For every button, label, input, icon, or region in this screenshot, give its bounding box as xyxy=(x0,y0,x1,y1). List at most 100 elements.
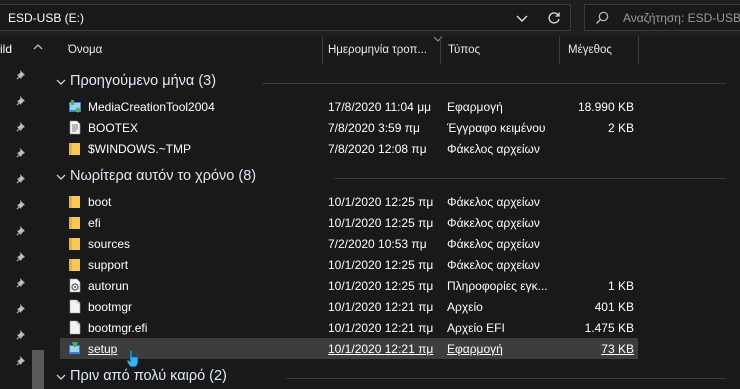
address-bar[interactable]: ESD-USB (E:) xyxy=(0,4,571,31)
file-row[interactable]: boot 10/1/2020 12:25 πμ Φάκελος αρχείων xyxy=(60,191,638,212)
group-divider xyxy=(286,378,726,379)
folder-icon xyxy=(68,215,82,230)
file-type: Πληροφορίες εγκ... xyxy=(447,279,548,293)
group-header[interactable]: Προηγούμενο μήνα (3) xyxy=(48,73,740,93)
file-type: Φάκελος αρχείων xyxy=(447,237,540,251)
file-icon xyxy=(68,299,82,314)
file-type: Φάκελος αρχείων xyxy=(447,195,540,209)
file-row[interactable]: MediaCreationTool2004 17/8/2020 11:04 μμ Ε… xyxy=(60,96,638,117)
file-name: bootmgr.efi xyxy=(88,321,148,335)
file-date-modified: 10/1/2020 12:25 πμ xyxy=(328,216,434,230)
pin-icon[interactable] xyxy=(16,147,27,158)
nav-scrollbar-thumb[interactable] xyxy=(32,350,44,389)
group-divider xyxy=(262,83,726,84)
pin-icon[interactable] xyxy=(16,95,27,106)
pin-icon[interactable] xyxy=(16,69,27,80)
media-creation-app-icon xyxy=(68,99,82,114)
folder-icon xyxy=(68,257,82,272)
setup-info-icon xyxy=(68,278,82,293)
folder-icon xyxy=(68,194,82,209)
file-size: 73 KB xyxy=(601,342,634,356)
column-divider[interactable] xyxy=(559,36,560,64)
file-date-modified: 10/1/2020 12:21 πμ xyxy=(328,321,434,335)
file-size: 18.990 KB xyxy=(577,100,634,114)
search-box[interactable] xyxy=(584,4,740,31)
file-size: 1.475 KB xyxy=(584,321,634,335)
address-path[interactable]: ESD-USB (E:) xyxy=(8,11,84,25)
column-divider[interactable] xyxy=(638,36,639,64)
file-list: Όνομα Ημερομηνία τροπ... Τύπος Μέγεθος Π… xyxy=(48,36,740,389)
file-icon xyxy=(68,320,82,335)
file-row[interactable]: support 10/1/2020 12:25 πμ Φάκελος αρχείων xyxy=(60,254,638,275)
pin-icon[interactable] xyxy=(16,277,27,288)
file-name: support xyxy=(88,258,129,272)
chevron-down-icon[interactable] xyxy=(56,372,66,382)
column-headers: Όνομα Ημερομηνία τροπ... Τύπος Μέγεθος xyxy=(48,36,740,64)
text-document-icon xyxy=(68,120,82,135)
file-type: Φάκελος αρχείων xyxy=(447,258,540,272)
file-name: BOOTEX xyxy=(88,121,139,135)
search-input[interactable] xyxy=(623,5,740,30)
column-header-name[interactable]: Όνομα xyxy=(68,44,318,56)
column-header-date[interactable]: Ημερομηνία τροπ... xyxy=(328,44,438,56)
pin-icon[interactable] xyxy=(16,329,27,340)
file-row[interactable]: bootmgr.efi 10/1/2020 12:21 πμ Αρχείο EFI 1… xyxy=(60,317,638,338)
mouse-cursor-icon xyxy=(126,349,139,368)
file-type: Αρχείο EFI xyxy=(447,321,505,335)
file-name: setup xyxy=(88,342,118,356)
file-name: MediaCreationTool2004 xyxy=(88,100,215,114)
chevron-up-icon[interactable] xyxy=(32,42,44,52)
file-date-modified: 17/8/2020 11:04 μμ xyxy=(328,100,432,114)
column-header-size[interactable]: Μέγεθος xyxy=(568,44,648,56)
file-row[interactable]: sources 7/2/2020 10:53 πμ Φάκελος αρχείων xyxy=(60,233,638,254)
search-icon xyxy=(596,11,609,24)
group-label: Πριν από πολύ καιρό (2) xyxy=(70,368,227,384)
file-row[interactable]: bootmgr 10/1/2020 12:21 πμ Αρχείο 401 KB xyxy=(60,296,638,317)
group-header[interactable]: Πριν από πολύ καιρό (2) xyxy=(48,368,740,388)
file-date-modified: 10/1/2020 12:21 πμ xyxy=(328,342,434,356)
chevron-down-icon[interactable] xyxy=(56,77,66,87)
column-header-type[interactable]: Τύπος xyxy=(448,44,548,56)
file-type: Αρχείο xyxy=(447,300,483,314)
address-bar-row: ESD-USB (E:) xyxy=(0,0,740,36)
file-name: autorun xyxy=(88,279,129,293)
file-row[interactable]: efi 10/1/2020 12:25 πμ Φάκελος αρχείων xyxy=(60,212,638,233)
file-name: $WINDOWS.~TMP xyxy=(88,142,192,156)
column-divider[interactable] xyxy=(322,36,323,64)
folder-icon xyxy=(68,141,82,156)
pin-icon[interactable] xyxy=(16,121,27,132)
pin-icon[interactable] xyxy=(16,303,27,314)
file-date-modified: 10/1/2020 12:25 πμ xyxy=(328,258,434,272)
file-name: efi xyxy=(88,216,101,230)
file-row[interactable]: autorun 10/1/2020 12:25 πμ Πληροφορίες εγκ… xyxy=(60,275,638,296)
file-date-modified: 10/1/2020 12:25 πμ xyxy=(328,279,434,293)
file-size: 1 KB xyxy=(607,279,634,293)
file-date-modified: 7/2/2020 10:53 πμ xyxy=(328,237,427,251)
file-row[interactable]: setup 10/1/2020 12:21 πμ Εφαρμογή 73 KB xyxy=(60,338,638,359)
setup-app-icon xyxy=(68,341,82,356)
group-header[interactable]: Νωρίτερα αυτόν το χρόνο (8) xyxy=(48,168,740,188)
file-date-modified: 7/8/2020 3:59 πμ xyxy=(328,121,420,135)
file-name: sources xyxy=(88,237,131,251)
file-row[interactable]: $WINDOWS.~TMP 7/8/2020 12:08 πμ Φάκελος αρ… xyxy=(60,138,638,159)
pin-icon[interactable] xyxy=(16,225,27,236)
pin-icon[interactable] xyxy=(16,199,27,210)
file-type: Εφαρμογή xyxy=(447,100,503,114)
group-divider xyxy=(334,178,726,179)
pin-icon[interactable] xyxy=(16,251,27,262)
refresh-icon[interactable] xyxy=(546,10,562,26)
pin-icon[interactable] xyxy=(16,173,27,184)
file-date-modified: 7/8/2020 12:08 πμ xyxy=(328,142,427,156)
file-type: Εφαρμογή xyxy=(447,342,503,356)
group-label: Νωρίτερα αυτόν το χρόνο (8) xyxy=(70,168,257,184)
file-size: 2 KB xyxy=(607,121,634,135)
column-divider[interactable] xyxy=(440,36,441,64)
file-name: bootmgr xyxy=(88,300,133,314)
chevron-down-icon[interactable] xyxy=(56,172,66,182)
file-row[interactable]: BOOTEX 7/8/2020 3:59 πμ Έγγραφο κειμένου 2 … xyxy=(60,117,638,138)
nav-item-label[interactable]: ild xyxy=(0,42,12,56)
pin-icon[interactable] xyxy=(16,355,27,366)
chevron-down-icon[interactable] xyxy=(514,11,530,25)
navigation-pane: ild xyxy=(0,36,48,389)
group-label: Προηγούμενο μήνα (3) xyxy=(70,73,217,89)
